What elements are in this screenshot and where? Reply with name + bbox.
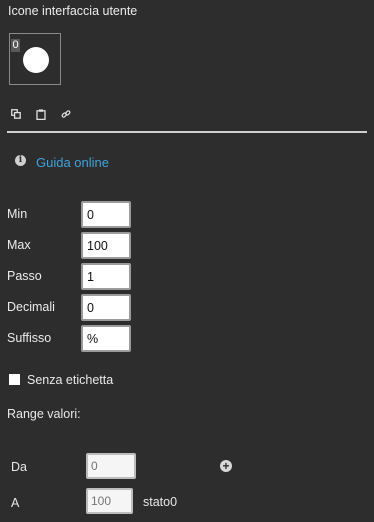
- no-label-checkbox[interactable]: [9, 374, 20, 385]
- range-state-label: stato0: [143, 495, 178, 509]
- circle-icon: [23, 47, 49, 73]
- online-help-link[interactable]: Guida online: [36, 155, 109, 170]
- suffix-label: Suffisso: [7, 331, 52, 345]
- max-input[interactable]: [81, 232, 131, 259]
- divider: [7, 131, 367, 133]
- step-input[interactable]: [81, 263, 131, 290]
- min-label: Min: [7, 207, 28, 221]
- add-range-icon[interactable]: +: [220, 460, 232, 472]
- range-to-input[interactable]: [86, 488, 133, 514]
- range-from-input[interactable]: [86, 453, 136, 479]
- info-icon: i: [15, 155, 26, 166]
- panel-title: Icone interfaccia utente: [8, 4, 138, 18]
- decimals-label: Decimali: [7, 300, 55, 314]
- decimals-input[interactable]: [81, 294, 131, 321]
- no-label-label: Senza etichetta: [27, 373, 114, 387]
- clipboard-icon[interactable]: [35, 108, 47, 120]
- max-label: Max: [7, 238, 31, 252]
- range-from-label: Da: [11, 460, 27, 474]
- min-input[interactable]: [81, 201, 131, 228]
- range-title: Range valori:: [7, 407, 81, 421]
- copy-icon[interactable]: [10, 108, 22, 120]
- icon-slot[interactable]: 0: [9, 33, 61, 85]
- range-to-label: A: [11, 496, 20, 510]
- suffix-input[interactable]: [81, 325, 131, 352]
- step-label: Passo: [7, 269, 42, 283]
- link-icon[interactable]: [60, 108, 72, 120]
- icon-slot-index: 0: [11, 39, 20, 52]
